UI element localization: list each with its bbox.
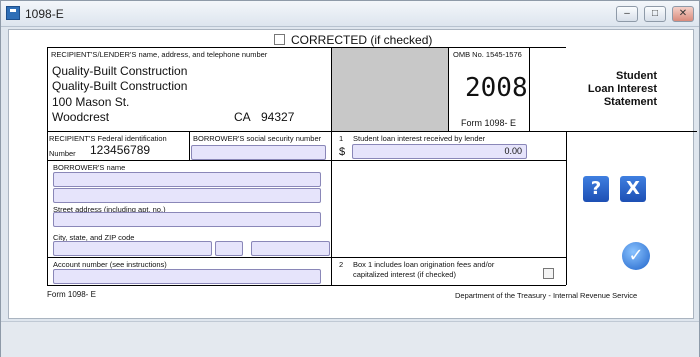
gray-block [332,48,448,131]
account-label: Account number (see instructions) [53,260,167,269]
form-id: Form 1098- E [461,118,517,128]
grid-line [566,131,567,285]
grid-line [47,47,566,48]
window-title: 1098-E [25,7,64,21]
recipient-street: 100 Mason St. [52,95,130,109]
footer-form: Form 1098- E [47,290,96,299]
grid-line [47,160,566,161]
city-field[interactable] [53,241,212,256]
corrected-label: CORRECTED (if checked) [291,33,433,47]
borrower-name-field-1[interactable] [53,172,321,187]
corrected-row: CORRECTED (if checked) [274,33,432,47]
window: 1098-E – □ ✕ CORRECTED (if checked) RECI… [0,0,700,357]
grid-line [47,47,48,285]
box2-label-2: capitalized interest (if checked) [353,270,456,279]
box2-label-1: Box 1 includes loan origination fees and… [353,260,495,269]
recipient-fid-label: RECIPIENT'S Federal identification [49,134,167,143]
title-line-2: Loan Interest [587,83,657,95]
borrower-ssn-field[interactable] [191,145,326,160]
recipient-name-2: Quality-Built Construction [52,79,188,93]
borrower-ssn-label: BORROWER'S social security number [193,134,322,143]
state-field[interactable] [215,241,243,256]
account-field[interactable] [53,269,321,284]
box1-interest-field[interactable]: 0.00 [352,144,527,159]
title-line-1: Student [616,70,657,82]
borrower-name-label: BORROWER'S name [53,163,126,172]
corrected-checkbox[interactable] [274,34,285,45]
footer-department: Department of the Treasury - Internal Re… [455,291,638,300]
recipient-fid-value: 123456789 [90,143,151,157]
street-field[interactable] [53,212,321,227]
minimize-icon[interactable]: – [616,6,638,22]
grid-line [189,131,190,160]
grid-line [47,257,566,258]
title-line-3: Statement [603,96,657,108]
form-1098e: CORRECTED (if checked) RECIPIENT'S/LENDE… [8,29,697,319]
recipient-fid-number-label: Number [49,149,76,158]
grid-line [448,47,449,131]
omb-number: OMB No. 1545-1576 [453,50,522,59]
borrower-name-field-2[interactable] [53,188,321,203]
ok-check-icon[interactable]: ✓ [622,242,650,270]
close-icon[interactable]: X [620,176,646,202]
maximize-icon[interactable]: □ [644,6,666,22]
grid-line [47,131,697,132]
window-footer [1,321,699,357]
grid-line [529,47,530,131]
box1-label: Student loan interest received by lender [353,134,486,143]
help-icon[interactable]: ? [583,176,609,202]
app-icon [6,6,20,20]
recipient-name-1: Quality-Built Construction [52,64,188,78]
box2-number: 2 [339,260,344,269]
recipient-state: CA [234,110,251,124]
title-bar: 1098-E – □ ✕ [1,1,699,27]
zip-field[interactable] [251,241,330,256]
currency-sign: $ [339,146,346,158]
box1-number: 1 [339,134,344,143]
recipient-zip: 94327 [261,110,295,124]
tax-year: 2008 [465,73,528,103]
recipient-label: RECIPIENT'S/LENDER'S name, address, and … [51,50,268,59]
recipient-city: Woodcrest [52,110,110,124]
box2-checkbox[interactable] [543,268,554,279]
close-window-icon[interactable]: ✕ [672,6,694,22]
grid-line [47,285,566,286]
